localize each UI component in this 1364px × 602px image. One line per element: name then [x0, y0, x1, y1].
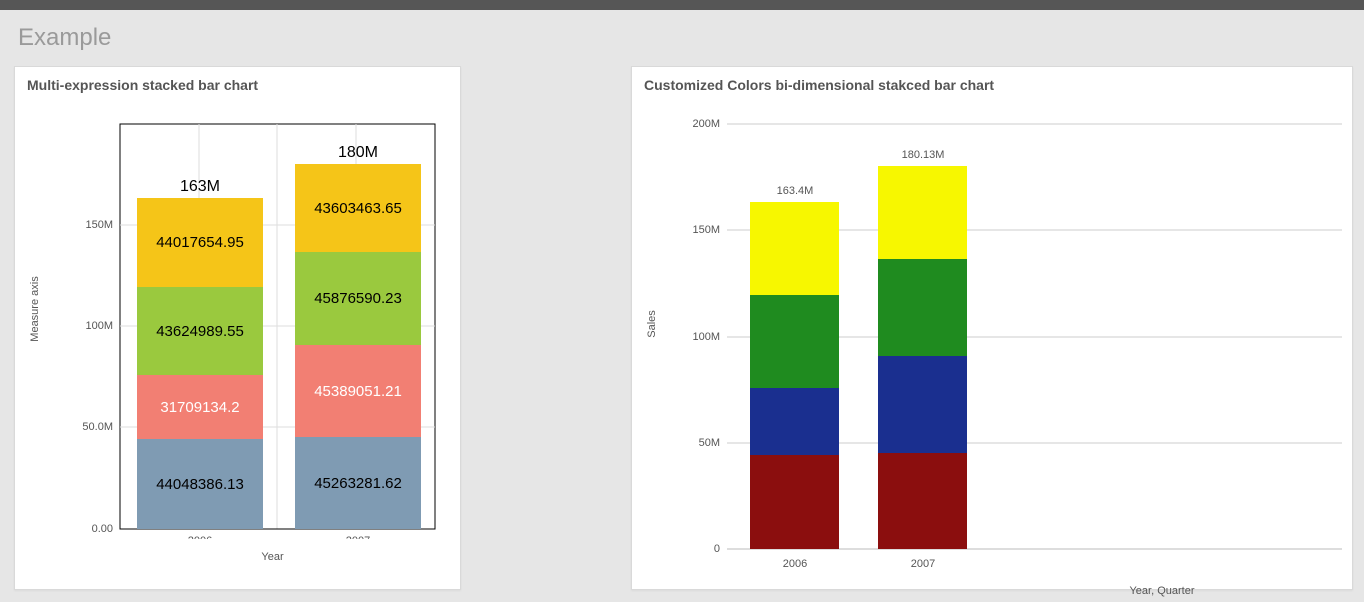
top-bar — [0, 0, 1364, 10]
ylabel-1: Measure axis — [29, 276, 41, 341]
ytick: 50.0M — [82, 421, 113, 433]
xlabel-2: Year, Quarter — [972, 567, 1352, 602]
chart-svg-2[interactable]: 0 50M 100M 150M 200M 163.4M — [632, 99, 1352, 569]
val: 45389051.21 — [314, 383, 402, 400]
val: 45876590.23 — [314, 290, 402, 307]
val: 45263281.62 — [314, 475, 402, 492]
bar-2006-b[interactable]: 163.4M — [750, 185, 839, 549]
xtick: 2006 — [783, 558, 807, 569]
chart-title-1: Multi-expression stacked bar chart — [15, 67, 460, 99]
ylabel-2: Sales — [646, 310, 658, 338]
ytick: 100M — [85, 320, 113, 332]
xlabel-1: Year — [85, 533, 460, 573]
chart-svg-1[interactable]: 0.00 50.0M 100M 150M 44048386.13 3170913… — [15, 99, 460, 539]
ytick: 150M — [85, 219, 113, 231]
chart-area-2: Sales 0 50M 100M 150M 200M — [632, 99, 1352, 589]
ytick: 50M — [699, 437, 720, 449]
val: 43603463.65 — [314, 200, 402, 217]
ytick: 0 — [714, 543, 720, 555]
total: 163M — [180, 178, 220, 195]
page-title: Example — [0, 10, 1364, 66]
ytick: 150M — [692, 224, 720, 236]
total: 163.4M — [777, 185, 814, 197]
val: 44017654.95 — [156, 234, 244, 251]
ytick: 100M — [692, 331, 720, 343]
xtick: 2006 — [188, 535, 212, 539]
cards-row: Multi-expression stacked bar chart Measu… — [0, 66, 1364, 590]
chart-area-1: Measure axis 0.00 50.0M 100M 150M — [15, 99, 460, 559]
total: 180M — [338, 144, 378, 161]
chart-card-2: Customized Colors bi-dimensional stakced… — [631, 66, 1353, 590]
val: 43624989.55 — [156, 323, 244, 340]
val: 44048386.13 — [156, 476, 244, 493]
total: 180.13M — [902, 149, 945, 161]
bar-2006[interactable]: 44048386.13 31709134.2 43624989.55 44017… — [137, 178, 263, 529]
val: 31709134.2 — [160, 399, 239, 416]
bar-2007-b[interactable]: 180.13M — [878, 149, 967, 549]
xtick: 2007 — [346, 535, 370, 539]
xtick: 2007 — [911, 558, 935, 569]
ytick: 0.00 — [92, 523, 113, 535]
chart-card-1: Multi-expression stacked bar chart Measu… — [14, 66, 461, 590]
ytick: 200M — [692, 118, 720, 130]
chart-title-2: Customized Colors bi-dimensional stakced… — [632, 67, 1352, 99]
bar-2007[interactable]: 45263281.62 45389051.21 45876590.23 4360… — [295, 144, 421, 529]
